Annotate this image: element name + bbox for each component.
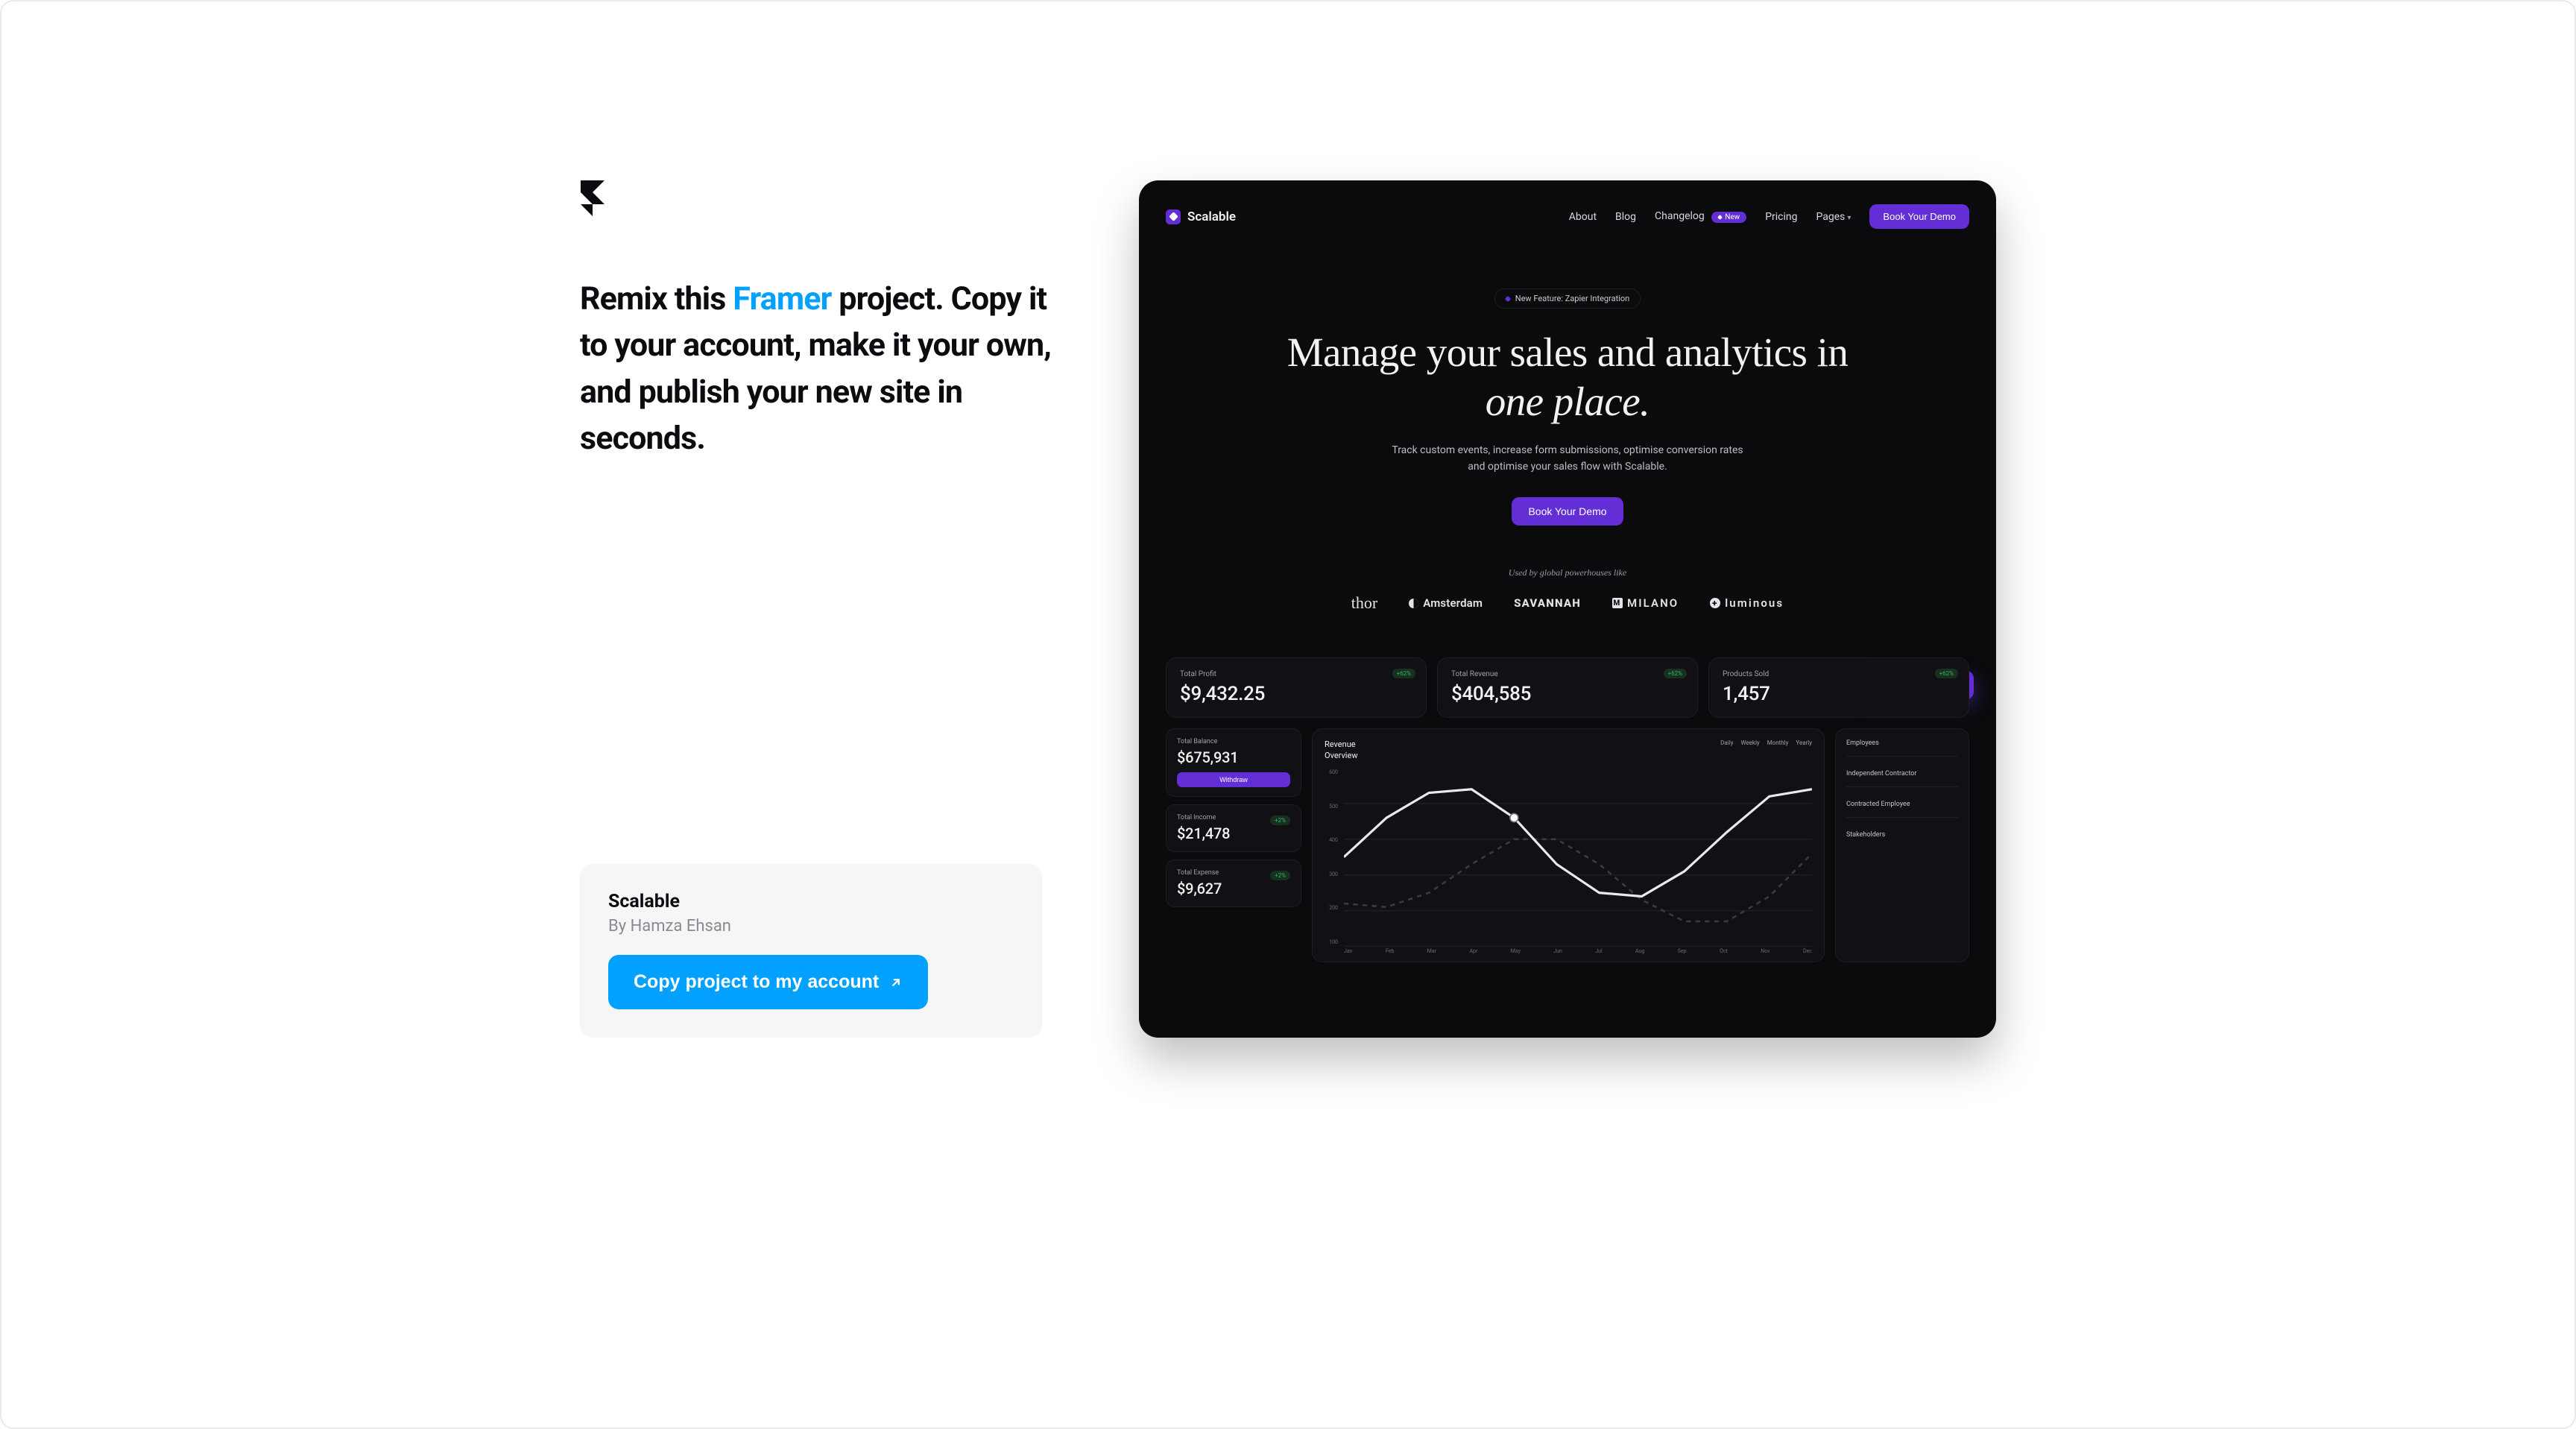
project-author: By Hamza Ehsan: [608, 917, 1014, 936]
nav-changelog[interactable]: Changelog New: [1655, 210, 1746, 223]
framer-logo-icon: [580, 180, 1072, 216]
brand-icon: [1166, 209, 1181, 224]
copy-project-button[interactable]: Copy project to my account: [608, 955, 928, 1009]
logo-luminous: +luminous: [1710, 596, 1784, 610]
hero-subtext: Track custom events, increase form submi…: [1389, 443, 1746, 475]
hero-headline: Manage your sales and analytics in one p…: [1277, 328, 1858, 426]
pct-badge: +62%: [1935, 669, 1958, 678]
withdraw-button[interactable]: Withdraw: [1177, 772, 1290, 787]
card-total-balance: Total Balance $675,931 Withdraw: [1166, 728, 1301, 797]
nav-pages[interactable]: Pages▾: [1816, 211, 1852, 223]
pct-badge: +62%: [1392, 669, 1415, 678]
nav-about[interactable]: About: [1569, 211, 1597, 223]
legend-item: Stakeholders: [1846, 831, 1958, 839]
chart-revenue-overview: RevenueOverview Daily Weekly Monthly Yea…: [1312, 728, 1825, 962]
card-total-income: Total Income $21,478 +2%: [1166, 804, 1301, 852]
logo-milano: MMILANO: [1612, 596, 1679, 610]
chart-tab-yearly[interactable]: Yearly: [1796, 739, 1812, 746]
logo-savannah: SAVANNAH: [1514, 596, 1581, 610]
project-card: Scalable By Hamza Ehsan Copy project to …: [580, 864, 1042, 1038]
chart-tab-daily[interactable]: Daily: [1720, 739, 1733, 746]
legend-item: Contracted Employee: [1846, 801, 1958, 818]
legend-item: Independent Contractor: [1846, 770, 1958, 787]
chart-title: RevenueOverview: [1325, 739, 1358, 762]
nav-pricing[interactable]: Pricing: [1765, 211, 1797, 223]
preview-brand: Scalable: [1166, 209, 1236, 224]
half-circle-icon: [1409, 599, 1418, 608]
pct-badge: +62%: [1664, 669, 1687, 678]
nav-blog[interactable]: Blog: [1615, 211, 1636, 223]
new-badge: New: [1711, 212, 1746, 223]
project-title: Scalable: [608, 891, 1014, 912]
logo-row: thor Amsterdam SAVANNAH MMILANO +luminou…: [1351, 593, 1784, 613]
m-square-icon: M: [1612, 598, 1623, 608]
kpi-total-revenue: Total Revenue $404,585 +62%: [1437, 657, 1698, 718]
logo-thor: thor: [1351, 593, 1377, 613]
logo-amsterdam: Amsterdam: [1409, 596, 1483, 610]
chart-tab-weekly[interactable]: Weekly: [1740, 739, 1759, 746]
preview-nav: About Blog Changelog New Pricing Pages▾ …: [1569, 204, 1969, 229]
legend-item: Employees: [1846, 739, 1958, 757]
remix-headline: Remix this Framer project. Copy it to yo…: [580, 276, 1057, 461]
legend-card: Employees Independent Contractor Contracte…: [1835, 728, 1969, 962]
framer-link[interactable]: Framer: [733, 280, 831, 318]
feature-pill[interactable]: New Feature: Zapier Integration: [1494, 288, 1641, 309]
nav-demo-button[interactable]: Book Your Demo: [1869, 204, 1969, 229]
card-total-expense: Total Expense $9,627 +2%: [1166, 859, 1301, 907]
kpi-products-sold: Products Sold 1,457 +62%: [1708, 657, 1969, 718]
used-by-label: Used by global powerhouses like: [1509, 567, 1626, 578]
hero-cta-button[interactable]: Book Your Demo: [1512, 497, 1623, 526]
chart-tab-monthly[interactable]: Monthly: [1767, 739, 1789, 746]
plus-circle-icon: +: [1710, 598, 1720, 608]
site-preview-thumbnail: Scalable About Blog Changelog New Pricin…: [1139, 180, 1996, 1038]
chevron-down-icon: ▾: [1847, 214, 1851, 222]
kpi-total-profit: Total Profit $9,432.25 +62%: [1166, 657, 1427, 718]
